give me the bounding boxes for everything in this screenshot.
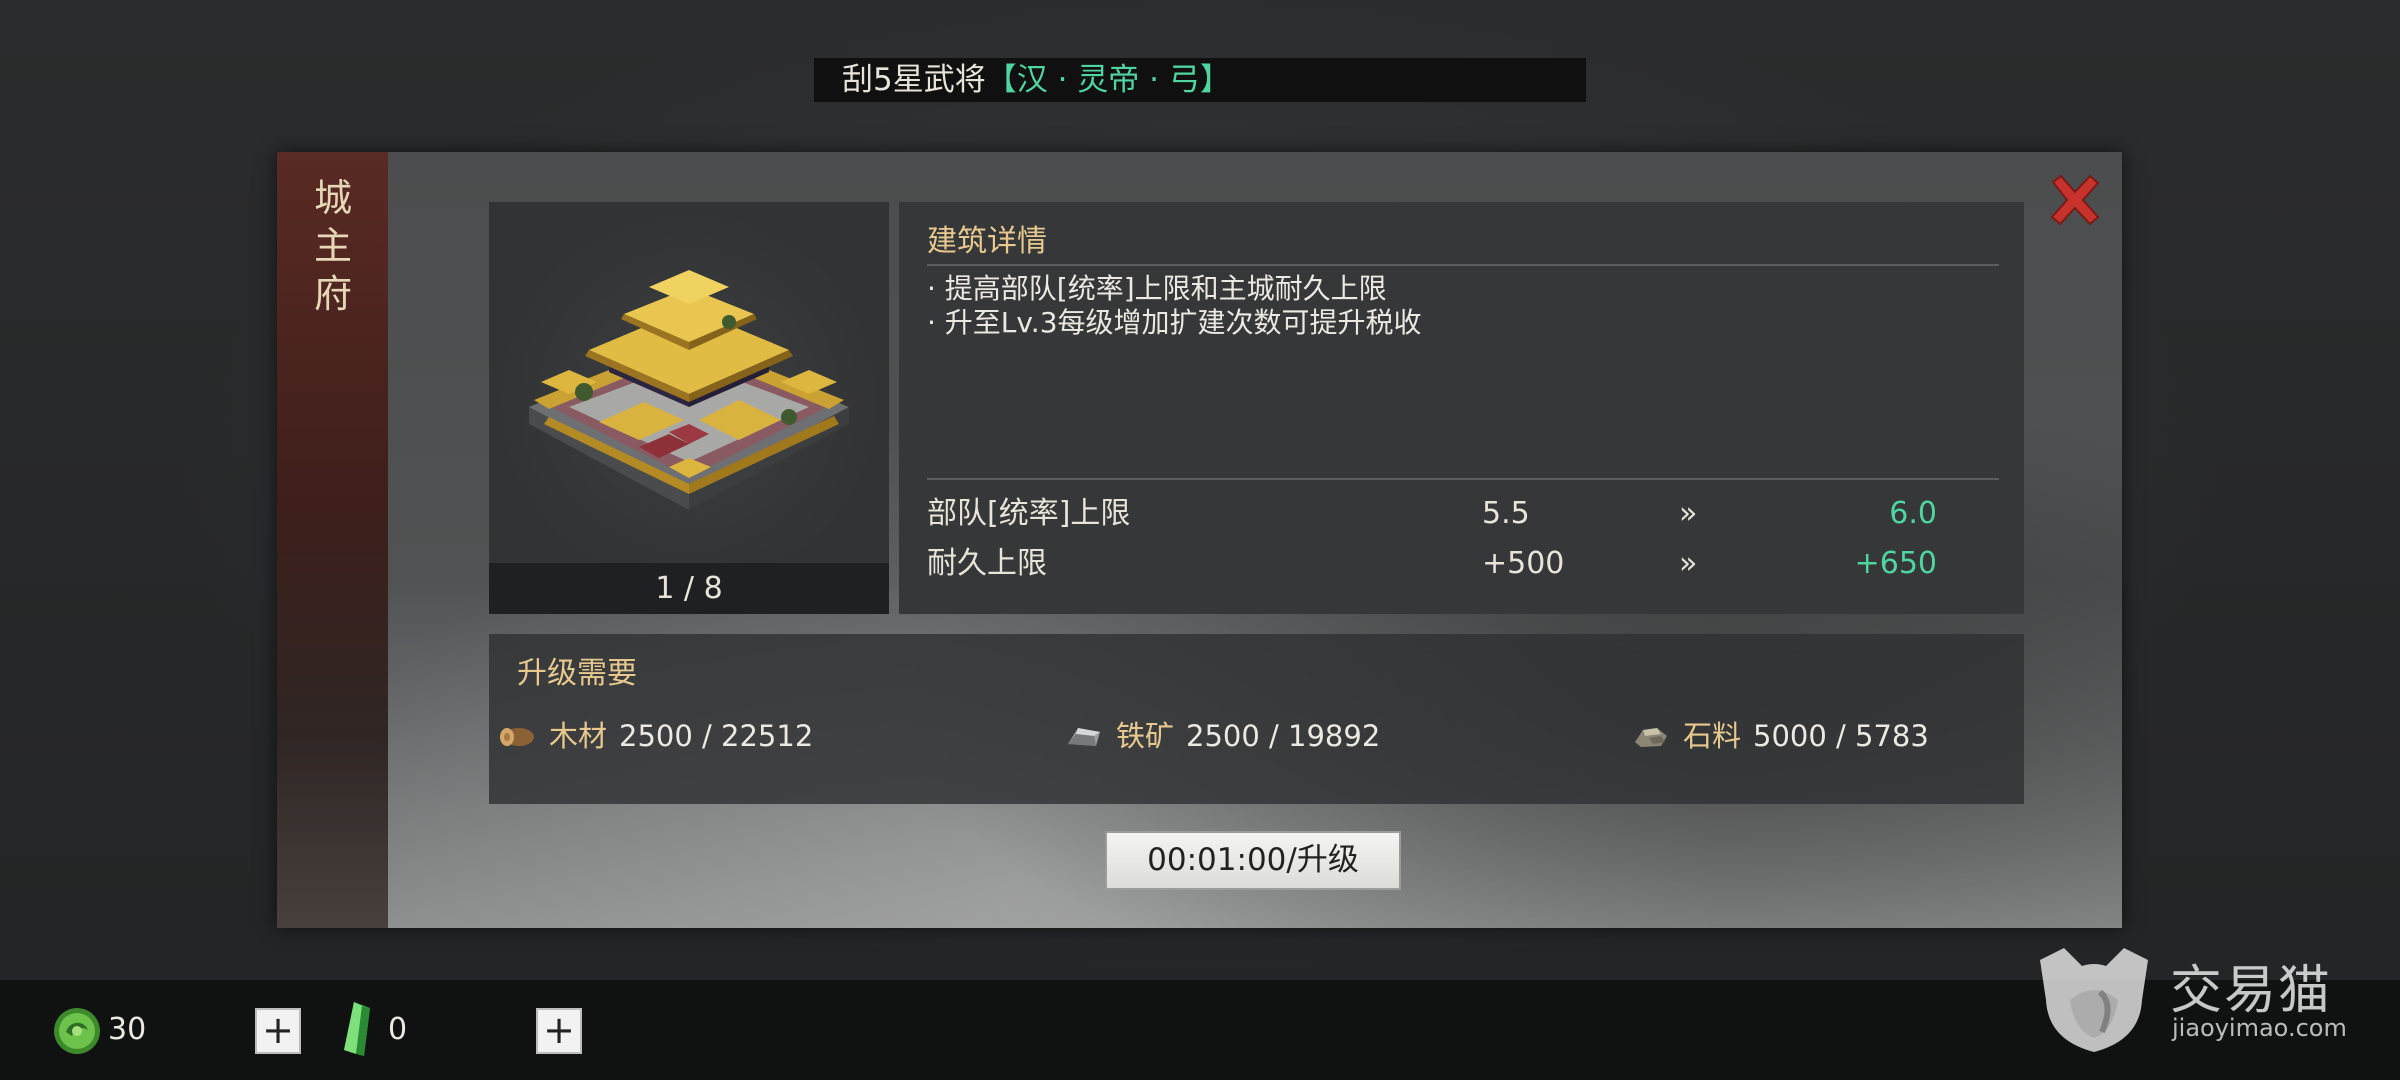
side-tab: 城主府 — [277, 152, 388, 928]
cat-logo-icon — [2040, 948, 2148, 1052]
description-line: · 升至Lv.3每级增加扩建次数可提升税收 — [927, 306, 1422, 339]
building-modal: 城主府 1 / 8 建筑详情 · 提高部队[统率]上限和主城耐久上限 · 升至L… — [277, 152, 2122, 928]
close-button[interactable] — [2047, 172, 2103, 228]
palace-illustration — [529, 270, 849, 510]
requirement-name: 木材 — [549, 719, 608, 753]
jade-resource: 30 — [52, 980, 252, 1080]
add-jade-button[interactable]: + — [255, 1008, 301, 1054]
watermark-en: jiaoyimao.com — [2172, 1014, 2347, 1042]
double-chevron-right-icon: » — [1679, 496, 1698, 531]
add-gem-button[interactable]: + — [536, 1008, 582, 1054]
gem-resource: 0 — [336, 980, 456, 1080]
announcement-highlight: 【汉 · 灵帝 · 弓】 — [985, 62, 1231, 98]
upgrade-requirements-panel: 升级需要 木材 2500 / 22512 铁矿 2500 / 19892 石料 … — [489, 634, 2024, 804]
announcement-banner: 刮5星武将【汉 · 灵帝 · 弓】 — [814, 58, 1586, 102]
green-crystal-icon — [344, 1002, 370, 1056]
details-description: · 提高部队[统率]上限和主城耐久上限 · 升至Lv.3每级增加扩建次数可提升税… — [927, 272, 1422, 340]
watermark-cn: 交易猫 — [2170, 961, 2333, 1021]
announcement-prefix: 刮5星武将 — [842, 62, 986, 98]
jade-count: 30 — [108, 1012, 147, 1047]
jade-coin-icon — [54, 1008, 100, 1054]
close-x-icon — [2050, 174, 2100, 226]
stat-next: 6.0 — [1889, 496, 1937, 531]
building-name: 城主府 — [313, 176, 352, 316]
gem-count: 0 — [388, 1012, 408, 1047]
stat-label: 部队[统率]上限 — [927, 496, 1131, 531]
requirement-name: 石料 — [1683, 719, 1742, 753]
building-details-panel: 建筑详情 · 提高部队[统率]上限和主城耐久上限 · 升至Lv.3每级增加扩建次… — [899, 202, 2024, 614]
requirement-value: 5000 / 5783 — [1753, 719, 1929, 753]
requirement-name: 铁矿 — [1116, 719, 1175, 753]
building-gallery[interactable]: 1 / 8 — [489, 202, 889, 614]
stat-current: 5.5 — [1482, 496, 1530, 531]
details-title: 建筑详情 — [927, 224, 1047, 259]
stat-next: +650 — [1854, 546, 1937, 581]
details-divider-bottom — [927, 478, 1999, 480]
stat-current: +500 — [1482, 546, 1565, 581]
upgrade-button[interactable]: 00:01:00/升级 — [1105, 831, 1401, 890]
wood-icon — [500, 728, 534, 746]
building-image — [489, 202, 889, 563]
description-line: · 提高部队[统率]上限和主城耐久上限 — [927, 272, 1387, 305]
requirement-value: 2500 / 19892 — [1186, 719, 1381, 753]
requirements-title: 升级需要 — [517, 656, 637, 691]
stat-row-command-limit: 部队[统率]上限 5.5 » 6.0 — [927, 494, 1999, 534]
watermark: 交易猫 jiaoyimao.com — [2030, 940, 2360, 1060]
gallery-page-indicator: 1 / 8 — [489, 563, 889, 614]
stat-row-durability-limit: 耐久上限 +500 » +650 — [927, 544, 1999, 584]
double-chevron-right-icon: » — [1679, 546, 1698, 581]
stat-label: 耐久上限 — [927, 546, 1047, 581]
stone-icon — [1635, 728, 1667, 747]
requirement-value: 2500 / 22512 — [619, 719, 814, 753]
details-divider-top — [927, 264, 1999, 266]
iron-ore-icon — [1068, 728, 1100, 746]
